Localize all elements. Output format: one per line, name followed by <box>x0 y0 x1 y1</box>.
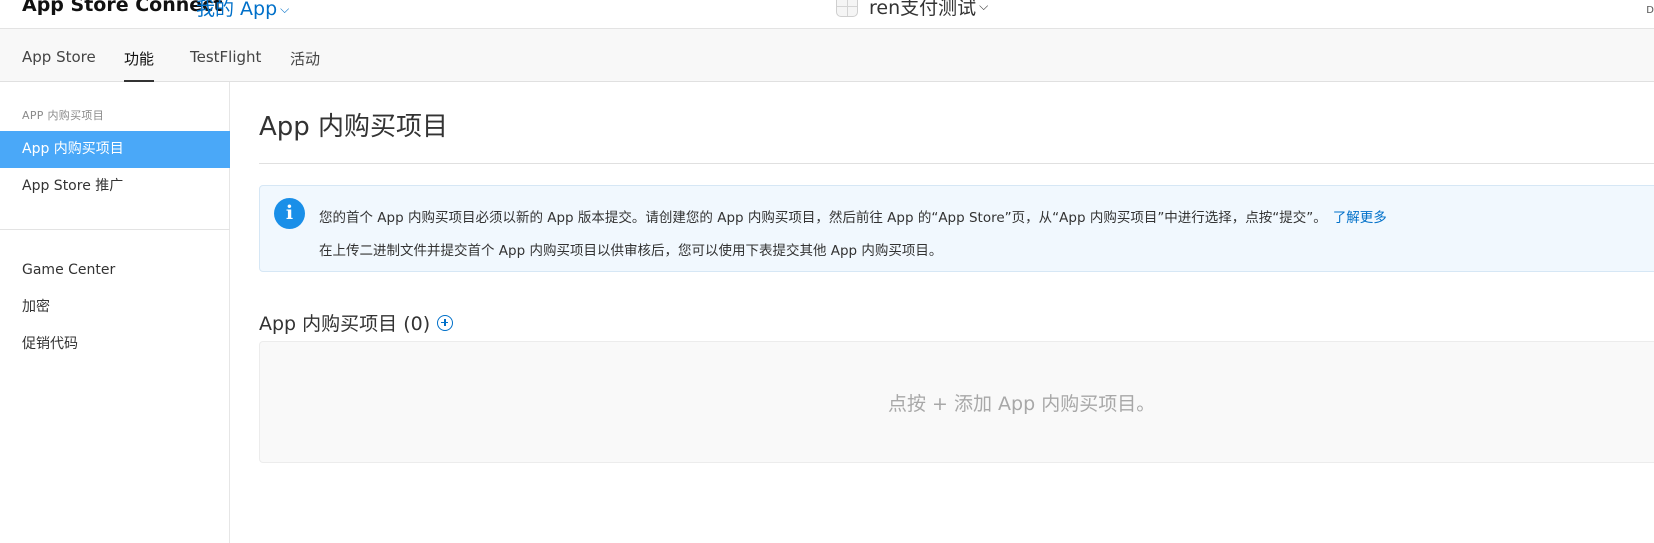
info-banner: i 您的首个 App 内购买项目必须以新的 App 版本提交。请创建您的 App… <box>259 185 1654 272</box>
app-name: ren支付测试 <box>869 0 977 19</box>
info-line-1-text: 您的首个 App 内购买项目必须以新的 App 版本提交。请创建您的 App 内… <box>319 210 1327 226</box>
sidebar-item-promo-codes[interactable]: 促销代码 <box>0 326 230 363</box>
sidebar-item-encryption[interactable]: 加密 <box>0 289 230 326</box>
app-switcher[interactable]: ren支付测试 ⌵ <box>836 0 988 19</box>
info-icon: i <box>274 198 305 229</box>
iap-list-title: App 内购买项目 (0) <box>259 313 431 335</box>
info-line-2: 在上传二进制文件并提交首个 App 内购买项目以供审核后，您可以使用下表提交其他… <box>319 243 943 259</box>
page-title: App 内购买项目 <box>259 112 449 142</box>
sidebar-divider <box>0 229 230 230</box>
iap-empty-state: 点按 + 添加 App 内购买项目。 <box>259 341 1654 463</box>
top-bar: App Store Connect 我的 App ⌵ ren支付测试 ⌵ D <box>0 0 1654 29</box>
sidebar-item-game-center[interactable]: Game Center <box>0 252 230 289</box>
learn-more-link[interactable]: 了解更多 <box>1333 210 1387 226</box>
brand-title[interactable]: App Store Connect <box>22 0 223 16</box>
tab-app-store[interactable]: App Store <box>22 48 96 82</box>
main-content: App 内购买项目 i 您的首个 App 内购买项目必须以新的 App 版本提交… <box>259 82 1654 543</box>
tab-features[interactable]: 功能 <box>124 48 155 82</box>
sidebar-item-app-store-promotion[interactable]: App Store 推广 <box>0 168 230 205</box>
tab-bar: App Store 功能 TestFlight 活动 <box>0 29 1654 82</box>
sidebar-item-in-app-purchases[interactable]: App 内购买项目 <box>0 131 230 168</box>
sidebar: APP 内购买项目 App 内购买项目 App Store 推广 Game Ce… <box>0 82 230 543</box>
empty-state-message: 点按 + 添加 App 内购买项目。 <box>888 393 1156 415</box>
my-apps-menu[interactable]: 我的 App ⌵ <box>196 0 289 21</box>
user-menu[interactable]: D <box>1646 5 1654 16</box>
app-icon <box>836 0 858 17</box>
tab-activity[interactable]: 活动 <box>290 48 320 82</box>
title-divider <box>259 163 1654 164</box>
chevron-down-icon: ⌵ <box>979 0 989 13</box>
chevron-down-icon: ⌵ <box>280 2 290 16</box>
add-circle-icon[interactable] <box>437 314 454 331</box>
my-apps-label: 我的 App <box>196 0 278 20</box>
sidebar-section-header: APP 内购买项目 <box>22 109 104 122</box>
info-line-1: 您的首个 App 内购买项目必须以新的 App 版本提交。请创建您的 App 内… <box>319 206 1387 226</box>
iap-list-header: App 内购买项目 (0) <box>259 309 454 336</box>
tab-testflight[interactable]: TestFlight <box>190 48 261 82</box>
